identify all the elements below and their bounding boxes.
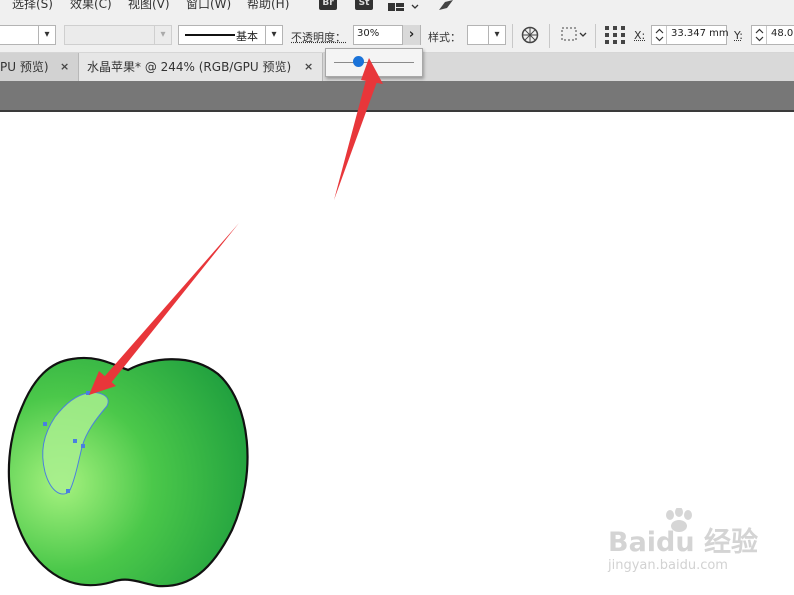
reference-point-icon[interactable] <box>605 26 625 48</box>
tab-label: PU 预览) <box>0 60 49 74</box>
paw-icon <box>662 507 696 536</box>
anchor-point <box>73 439 77 443</box>
anchor-point <box>86 391 90 395</box>
menu-effect[interactable]: 效果(C) <box>70 0 112 12</box>
style-swatch <box>469 27 487 43</box>
menu-select[interactable]: 选择(S) <box>12 0 53 12</box>
workspace-switcher-icon[interactable] <box>388 0 422 17</box>
anchor-point <box>81 444 85 448</box>
watermark-url: jingyan.baidu.com <box>608 558 728 573</box>
baidu-watermark: Baidu 经验 jingyan.baidu.com <box>606 507 758 578</box>
menu-bar: 选择(S) 效果(C) 视图(V) 窗口(W) 帮助(H) Br St <box>0 0 794 18</box>
close-icon[interactable]: × <box>304 53 313 81</box>
chevron-down-icon[interactable]: ▾ <box>154 26 171 44</box>
x-position-field[interactable]: 33.347 mm <box>651 25 729 45</box>
opacity-slider-knob[interactable] <box>352 56 364 67</box>
menu-window[interactable]: 窗口(W) <box>186 0 231 12</box>
opacity-field[interactable]: 30% › <box>353 25 421 45</box>
menu-view[interactable]: 视图(V) <box>128 0 170 12</box>
y-position-field[interactable]: 48.0 <box>751 25 794 45</box>
recolor-artwork-icon[interactable] <box>521 26 539 48</box>
close-icon[interactable]: × <box>60 53 69 81</box>
chevron-down-icon[interactable]: ▾ <box>265 26 282 44</box>
anchor-point <box>43 422 47 426</box>
opacity-value[interactable]: 30% <box>357 28 379 39</box>
stock-icon[interactable]: St <box>355 0 373 10</box>
opacity-arrow-button[interactable]: › <box>402 25 420 45</box>
x-stepper-icon[interactable] <box>653 26 667 44</box>
y-stepper-icon[interactable] <box>753 26 767 44</box>
fill-dropdown[interactable]: ▾ <box>0 25 56 45</box>
y-position-value[interactable]: 48.0 <box>771 28 793 39</box>
opacity-label[interactable]: 不透明度： <box>291 29 346 45</box>
style-label: 样式： <box>428 31 461 44</box>
stroke-line-preview <box>185 34 235 36</box>
align-options-icon[interactable] <box>561 27 589 47</box>
tab-active-document[interactable]: 水晶苹果* @ 244% (RGB/GPU 预览) × <box>79 53 323 81</box>
divider <box>512 24 513 48</box>
tab-previous-document[interactable]: PU 预览) × <box>0 53 79 81</box>
chevron-down-icon[interactable]: ▾ <box>38 26 55 44</box>
y-label: Y: <box>734 29 743 42</box>
feather-icon[interactable] <box>437 0 455 16</box>
anchor-point <box>66 489 70 493</box>
x-label: X: <box>634 29 646 42</box>
x-position-value[interactable]: 33.347 mm <box>671 28 729 39</box>
tab-label: 水晶苹果* @ 244% (RGB/GPU 预览) <box>87 60 292 74</box>
graphic-style-dropdown[interactable]: ▾ <box>467 25 506 45</box>
opacity-slider-popup <box>325 48 423 77</box>
bridge-icon[interactable]: Br <box>319 0 337 10</box>
ruler-area <box>0 81 794 112</box>
divider <box>595 24 596 48</box>
stroke-weight-dropdown[interactable]: ▾ <box>64 25 172 45</box>
menu-help[interactable]: 帮助(H) <box>247 0 289 12</box>
opacity-slider-track[interactable] <box>334 62 414 63</box>
stroke-profile-dropdown[interactable]: 基本 ▾ <box>178 25 283 45</box>
stroke-profile-label: 基本 <box>236 30 258 43</box>
chevron-down-icon[interactable]: ▾ <box>488 26 505 44</box>
divider <box>549 24 550 48</box>
